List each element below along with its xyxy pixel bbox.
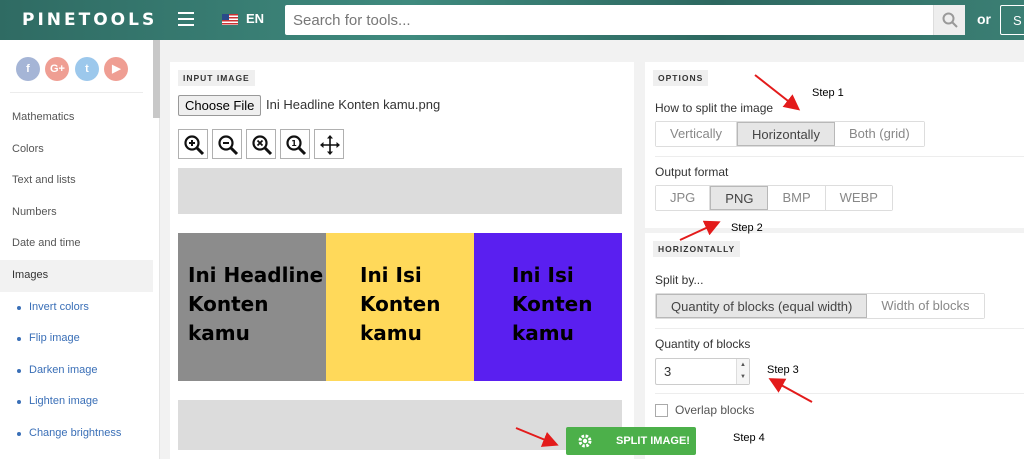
preview-block-2-text: Ini Isi Konten kamu	[360, 261, 441, 348]
zoom-fit-icon: 1	[286, 135, 307, 156]
move-button[interactable]	[314, 129, 344, 159]
input-section-title: INPUT IMAGE	[178, 70, 255, 86]
block-1-line-1: Ini Headline	[188, 263, 324, 287]
step-3-label: Step 3	[767, 364, 799, 376]
zoom-out-button[interactable]	[212, 129, 242, 159]
step-4-label: Step 4	[733, 432, 765, 444]
or-label: or	[977, 11, 991, 27]
quantity-of-blocks-option[interactable]: Quantity of blocks (equal width)	[656, 294, 868, 318]
block-2-line-2: Konten	[360, 292, 441, 316]
divider	[10, 92, 143, 93]
sidebar-item-darken-image[interactable]: Darken image	[0, 355, 153, 387]
block-3-line-1: Ini Isi	[512, 263, 574, 287]
format-bmp-option[interactable]: BMP	[768, 186, 826, 210]
move-icon	[320, 135, 340, 155]
image-canvas-top	[178, 168, 622, 214]
output-format-label: Output format	[655, 165, 729, 179]
sidebar-item-lighten-image[interactable]: Lighten image	[0, 386, 153, 418]
preview-block-1: Ini Headline Konten kamu	[178, 233, 326, 381]
overlap-checkbox[interactable]	[655, 404, 668, 417]
sidebar: f G+ t ▶ Mathematics Colors Text and lis…	[0, 40, 160, 459]
sidebar-item-date-and-time[interactable]: Date and time	[0, 228, 153, 260]
block-3-line-3: kamu	[512, 321, 574, 345]
split-by-label: Split by...	[655, 273, 704, 287]
language-selector[interactable]: EN	[246, 11, 264, 26]
preview-block-3: Ini Isi Konten kamu	[474, 233, 622, 381]
sidebar-nav: Mathematics Colors Text and lists Number…	[0, 102, 153, 450]
svg-text:1: 1	[291, 139, 297, 148]
search-input[interactable]	[285, 5, 930, 35]
divider	[655, 156, 1024, 157]
sidebar-item-invert-colors[interactable]: Invert colors	[0, 292, 153, 324]
split-vertically-option[interactable]: Vertically	[656, 122, 738, 146]
google-plus-icon[interactable]: G+	[45, 57, 70, 81]
image-preview: Ini Headline Konten kamu Ini Isi Konten …	[178, 233, 622, 381]
input-image-panel: INPUT IMAGE Choose File Ini Headline Kon…	[170, 62, 634, 459]
quantity-label: Quantity of blocks	[655, 337, 751, 351]
options-section-title: OPTIONS	[653, 70, 709, 86]
signup-button[interactable]: S	[1000, 5, 1024, 35]
split-image-label: SPLIT IMAGE!	[616, 435, 690, 447]
horizontally-panel: HORIZONTALLY Split by... Quantity of blo…	[645, 233, 1024, 459]
sidebar-item-flip-image[interactable]: Flip image	[0, 323, 153, 355]
top-header: PINETOOLS EN or S	[0, 0, 1024, 40]
menu-icon[interactable]	[178, 12, 194, 26]
gear-icon	[578, 434, 592, 448]
file-name: Ini Headline Konten kamu.png	[266, 97, 441, 112]
search-icon	[942, 12, 958, 28]
horizontally-section-title: HORIZONTALLY	[653, 241, 741, 257]
sidebar-item-images[interactable]: Images	[0, 259, 153, 292]
sidebar-item-change-brightness[interactable]: Change brightness	[0, 418, 153, 450]
social-links: f G+ t ▶	[16, 57, 129, 81]
output-canvas	[178, 400, 622, 450]
zoom-out-icon	[218, 135, 239, 156]
quantity-stepper[interactable]: 3 ▲ ▼	[655, 358, 750, 385]
preview-block-3-text: Ini Isi Konten kamu	[512, 261, 593, 348]
split-both-option[interactable]: Both (grid)	[834, 122, 924, 146]
sidebar-item-colors[interactable]: Colors	[0, 134, 153, 166]
zoom-fit-button[interactable]: 1	[280, 129, 310, 159]
zoom-reset-button[interactable]	[246, 129, 276, 159]
quantity-value[interactable]: 3	[664, 364, 671, 379]
block-2-line-1: Ini Isi	[360, 263, 422, 287]
zoom-in-icon	[184, 135, 205, 156]
step-1-label: Step 1	[812, 87, 844, 99]
sidebar-item-text-and-lists[interactable]: Text and lists	[0, 165, 153, 197]
twitter-icon[interactable]: t	[74, 57, 99, 81]
split-horizontally-option[interactable]: Horizontally	[737, 122, 835, 146]
block-1-line-3: kamu	[188, 321, 250, 345]
format-jpg-option[interactable]: JPG	[656, 186, 711, 210]
format-png-option[interactable]: PNG	[710, 186, 769, 210]
us-flag-icon[interactable]	[222, 14, 238, 25]
choose-file-button[interactable]: Choose File	[178, 95, 262, 116]
block-3-line-2: Konten	[512, 292, 593, 316]
split-method-label: How to split the image	[655, 101, 774, 115]
output-format-selector: JPG PNG BMP WEBP	[655, 185, 893, 211]
zoom-in-button[interactable]	[178, 129, 208, 159]
width-of-blocks-option[interactable]: Width of blocks	[867, 294, 984, 318]
step-2-label: Step 2	[731, 222, 763, 234]
split-method-selector: Vertically Horizontally Both (grid)	[655, 121, 925, 147]
preview-block-1-text: Ini Headline Konten kamu	[188, 261, 323, 348]
block-2-line-3: kamu	[360, 321, 422, 345]
divider	[655, 393, 1024, 394]
facebook-icon[interactable]: f	[16, 57, 40, 81]
split-image-button[interactable]: SPLIT IMAGE!	[566, 427, 696, 455]
overlap-label: Overlap blocks	[675, 403, 755, 417]
preview-block-2: Ini Isi Konten kamu	[326, 233, 474, 381]
stepper-arrows-icon[interactable]: ▲ ▼	[736, 359, 749, 384]
youtube-icon[interactable]: ▶	[104, 57, 129, 81]
sidebar-item-mathematics[interactable]: Mathematics	[0, 102, 153, 134]
search-button[interactable]	[933, 5, 965, 35]
zoom-reset-icon	[252, 135, 273, 156]
block-1-line-2: Konten	[188, 292, 269, 316]
format-webp-option[interactable]: WEBP	[825, 186, 892, 210]
search-box	[285, 5, 965, 35]
divider	[655, 328, 1024, 329]
sidebar-item-numbers[interactable]: Numbers	[0, 197, 153, 229]
site-logo[interactable]: PINETOOLS	[22, 10, 157, 30]
sidebar-scrollbar[interactable]	[153, 40, 160, 118]
split-by-selector: Quantity of blocks (equal width) Width o…	[655, 293, 985, 319]
